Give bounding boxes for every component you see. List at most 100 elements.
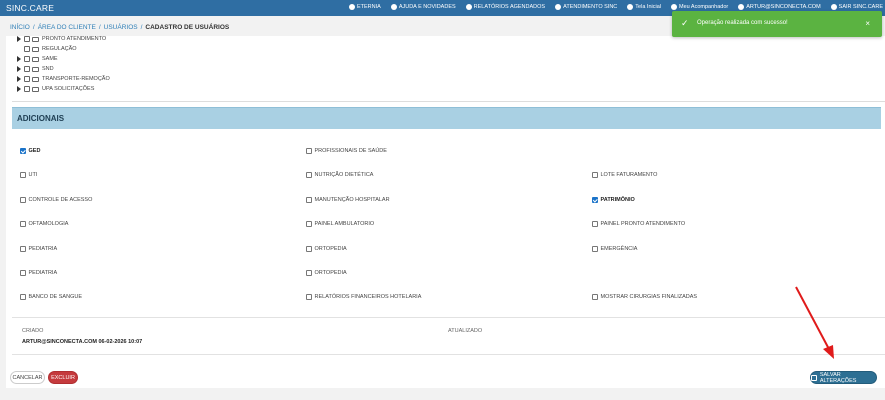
tree-item[interactable]: TRANSPORTE-REMOÇÃO: [17, 76, 110, 82]
tree-item[interactable]: PRONTO ATENDIMENTO: [17, 36, 106, 42]
tree-item-label: PRONTO ATENDIMENTO: [42, 36, 107, 42]
option-ortopedia[interactable]: ORTOPEDIA: [306, 246, 347, 252]
checkbox[interactable]: [592, 197, 598, 203]
breadcrumb-users[interactable]: USUÁRIOS: [104, 24, 138, 31]
report-icon: [465, 4, 472, 10]
close-icon[interactable]: ×: [865, 19, 870, 28]
nav-item-tracker[interactable]: Meu Acompanhador: [670, 4, 728, 10]
tree-checkbox[interactable]: [24, 36, 30, 42]
delete-button[interactable]: EXCLUIR: [48, 371, 78, 384]
nav-item-help[interactable]: AJUDA E NOVIDADES: [390, 4, 456, 10]
option-label: PEDIATRIA: [28, 270, 58, 276]
divider: [12, 317, 885, 318]
success-toast: ✓ Operação realizada com sucesso! ×: [672, 11, 882, 37]
option-painel-pronto[interactable]: PAINEL PRONTO ATENDIMENTO: [592, 221, 685, 227]
option-lote-faturamento[interactable]: LOTE FATURAMENTO: [592, 172, 657, 178]
option-patrimonio[interactable]: PATRIMÔNIO: [592, 197, 635, 203]
checkbox[interactable]: [592, 246, 598, 252]
expand-arrow-icon[interactable]: [17, 76, 21, 82]
checkbox[interactable]: [306, 172, 312, 178]
save-button[interactable]: SALVAR ALTERAÇÕES: [810, 371, 877, 384]
option-relatorios-financeiros[interactable]: RELATÓRIOS FINANCEIROS HOTELARIA: [306, 294, 421, 300]
nav-item-label: ARTUR@SINCONECTA.COM: [746, 4, 821, 10]
option-pediatria[interactable]: PEDIATRIA: [20, 246, 57, 252]
save-button-label: SALVAR ALTERAÇÕES: [819, 371, 857, 384]
nav-item-eternia[interactable]: ETERNIA: [348, 4, 381, 10]
expand-arrow-icon[interactable]: [17, 86, 21, 92]
option-label: RELATÓRIOS FINANCEIROS HOTELARIA: [314, 294, 422, 300]
breadcrumb-separator: /: [32, 24, 35, 31]
option-label: PROFISSIONAIS DE SAÚDE: [314, 148, 387, 154]
option-banco-sangue[interactable]: BANCO DE SANGUE: [20, 294, 82, 300]
option-controle-acesso[interactable]: CONTROLE DE ACESSO: [20, 197, 92, 203]
tree-item-label: UPA SOLICITAÇÕES: [42, 86, 95, 92]
checkbox[interactable]: [306, 294, 312, 300]
option-label: NUTRIÇÃO DIETÉTICA: [314, 172, 374, 178]
option-nutricao[interactable]: NUTRIÇÃO DIETÉTICA: [306, 172, 373, 178]
checkbox[interactable]: [306, 197, 312, 203]
tree-item[interactable]: REGULAÇÃO: [17, 46, 77, 52]
option-uti[interactable]: UTI: [20, 172, 37, 178]
checkbox[interactable]: [20, 172, 26, 178]
option-label: MANUTENÇÃO HOSPITALAR: [314, 197, 390, 203]
checkbox[interactable]: [306, 221, 312, 227]
tree-checkbox[interactable]: [24, 86, 30, 92]
question-icon: [555, 4, 562, 10]
checkbox[interactable]: [306, 246, 312, 252]
updated-label: ATUALIZADO: [448, 328, 483, 334]
nav-item-label: AJUDA E NOVIDADES: [398, 4, 456, 10]
option-label: GED: [28, 148, 41, 154]
option-mostrar-cirurgias[interactable]: MOSTRAR CIRURGIAS FINALIZADAS: [592, 294, 697, 300]
option-oftamologia[interactable]: OFTAMOLOGIA: [20, 221, 68, 227]
tree-item[interactable]: SAME: [17, 56, 58, 62]
option-label: BANCO DE SANGUE: [28, 294, 82, 300]
option-manutencao[interactable]: MANUTENÇÃO HOSPITALAR: [306, 197, 390, 203]
nav-item-label: RELATÓRIOS AGENDADOS: [473, 4, 546, 10]
breadcrumb-current: CADASTRO DE USUÁRIOS: [145, 24, 230, 31]
user-icon: [738, 4, 745, 10]
checkbox[interactable]: [20, 148, 26, 154]
checkbox[interactable]: [20, 197, 26, 203]
annotation-arrow-icon: [795, 286, 834, 359]
tree-item-label: SAME: [42, 56, 58, 62]
option-pediatria-2[interactable]: PEDIATRIA: [20, 270, 57, 276]
nav-item-support[interactable]: ATENDIMENTO SINC: [555, 4, 617, 10]
nav-item-reports[interactable]: RELATÓRIOS AGENDADOS: [465, 4, 546, 10]
option-label: PEDIATRIA: [28, 246, 58, 252]
checkbox[interactable]: [306, 148, 312, 154]
breadcrumb-client-area[interactable]: ÁREA DO CLIENTE: [38, 24, 96, 31]
checkbox[interactable]: [592, 221, 598, 227]
folder-icon: [32, 86, 39, 92]
expand-arrow-icon[interactable]: [17, 66, 21, 72]
expand-arrow-icon[interactable]: [17, 36, 21, 42]
checkbox[interactable]: [592, 294, 598, 300]
tree-checkbox[interactable]: [24, 76, 30, 82]
checkbox[interactable]: [20, 294, 26, 300]
edit-icon: [670, 4, 677, 10]
option-label: LOTE FATURAMENTO: [600, 172, 658, 178]
nav-item-home[interactable]: Tela Inicial: [627, 4, 661, 10]
checkbox[interactable]: [306, 270, 312, 276]
brand-logo[interactable]: SINC.CARE: [6, 3, 54, 13]
option-painel-ambulatorio[interactable]: PAINEL AMBULATORIO: [306, 221, 374, 227]
option-emergencia[interactable]: EMERGÊNCIA: [592, 246, 637, 252]
expand-arrow-icon[interactable]: [17, 56, 21, 62]
tree-checkbox[interactable]: [24, 56, 30, 62]
nav-item-user[interactable]: ARTUR@SINCONECTA.COM: [738, 4, 821, 10]
checkbox[interactable]: [20, 246, 26, 252]
breadcrumb-home[interactable]: INÍCIO: [10, 24, 30, 31]
option-ortopedia-2[interactable]: ORTOPEDIA: [306, 270, 347, 276]
checkbox[interactable]: [592, 172, 598, 178]
nav-item-logout[interactable]: SAIR SINC.CARE: [830, 4, 883, 10]
checkbox[interactable]: [20, 270, 26, 276]
tree-item[interactable]: SND: [17, 66, 54, 72]
option-profissionais-saude[interactable]: PROFISSIONAIS DE SAÚDE: [306, 148, 387, 154]
checkbox[interactable]: [20, 221, 26, 227]
tree-checkbox[interactable]: [24, 66, 30, 72]
tree-checkbox[interactable]: [24, 46, 30, 52]
option-ged[interactable]: GED: [20, 148, 40, 154]
divider: [12, 101, 885, 102]
cancel-button[interactable]: CANCELAR: [10, 371, 45, 384]
divider: [12, 354, 885, 355]
tree-item[interactable]: UPA SOLICITAÇÕES: [17, 86, 94, 92]
